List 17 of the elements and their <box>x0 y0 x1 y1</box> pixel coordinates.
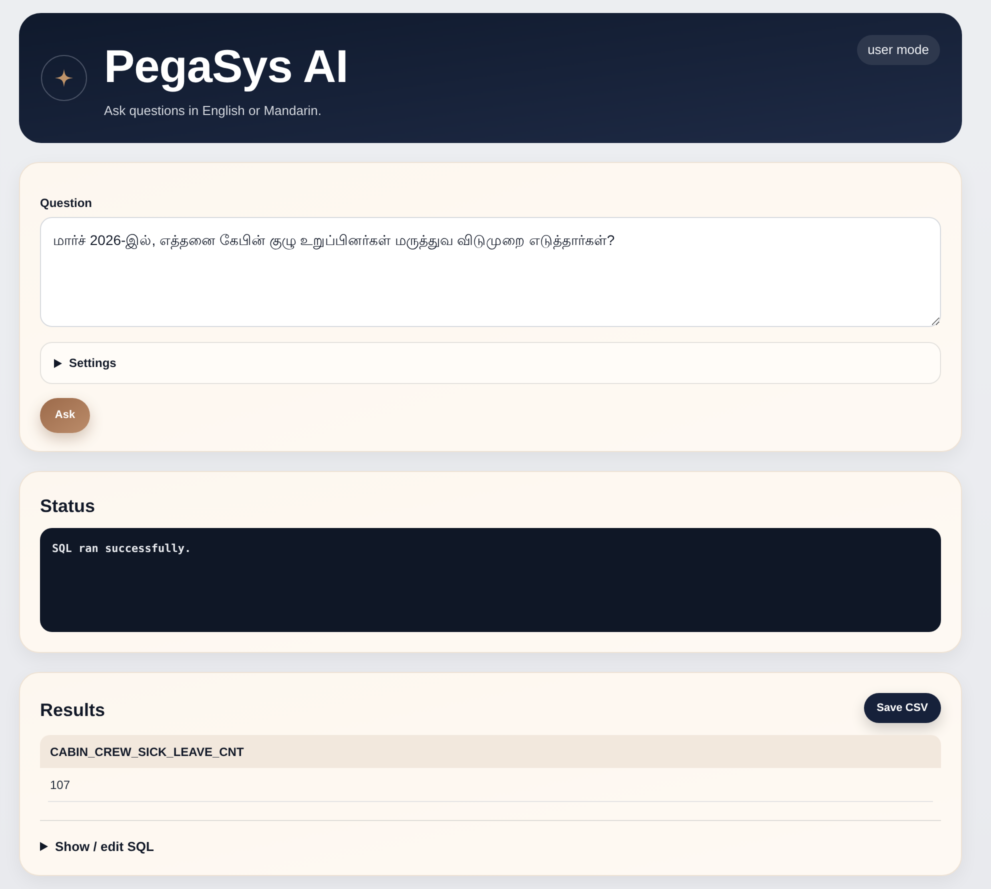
sql-toggle[interactable]: Show / edit SQL <box>40 837 154 856</box>
save-csv-button[interactable]: Save CSV <box>864 693 941 723</box>
app-subtitle: Ask questions in English or Mandarin. <box>104 102 323 120</box>
mode-badge: user mode <box>856 35 940 65</box>
table-cell: 107 <box>48 768 933 802</box>
app-title: PegaSys AI <box>104 39 348 94</box>
ask-button[interactable]: Ask <box>40 398 90 433</box>
question-field[interactable]: மார்ச் 2026-இல், எத்தனை கேபின் குழு உறுப்பினர்கள் மருத்துவ விடுமுறை எடுத்தார்கள்? <box>40 217 941 327</box>
sparkle-icon <box>41 55 87 101</box>
results-heading: Results <box>40 699 106 722</box>
settings-toggle[interactable]: Settings <box>41 343 130 383</box>
caret-icon <box>54 358 62 368</box>
question-label: Question <box>40 195 92 211</box>
status-message: SQL ran successfully. <box>52 542 192 556</box>
column-header: CABIN_CREW_SICK_LEAVE_CNT <box>40 735 941 768</box>
status-heading: Status <box>40 495 96 518</box>
caret-icon <box>40 842 48 852</box>
